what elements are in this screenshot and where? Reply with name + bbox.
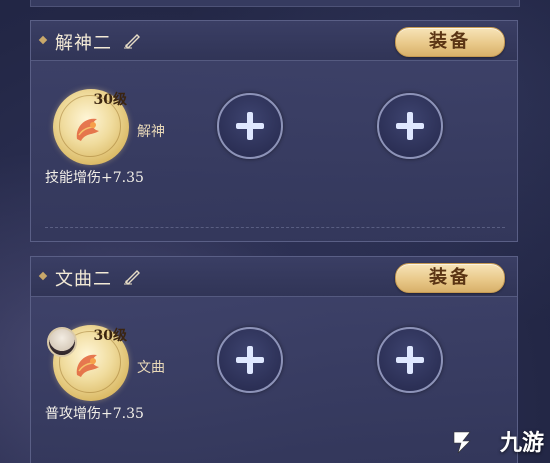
plus-icon (396, 112, 424, 140)
diamond-icon (38, 271, 48, 281)
previous-panel-edge (30, 0, 520, 7)
avatar (47, 327, 77, 357)
skill-emblem-icon (76, 354, 99, 377)
add-skill-slot-1[interactable] (217, 327, 283, 393)
preset-panel-1: 解神二 装备 30级 解神 技能增伤+7.35 (30, 20, 518, 242)
skill-level-badge: 30级 (93, 92, 127, 108)
equip-button[interactable]: 装备 (395, 263, 505, 293)
edit-brush-icon[interactable] (123, 267, 141, 285)
equipped-skill-slot[interactable]: 30级 (53, 89, 129, 165)
panel-title: 解神二 (55, 33, 112, 54)
skill-name: 解神 (137, 124, 165, 140)
add-skill-slot-2[interactable] (377, 93, 443, 159)
plus-icon (236, 346, 264, 374)
skill-bonus: 技能增伤+7.35 (45, 170, 144, 186)
diamond-icon (38, 35, 48, 45)
edit-brush-icon[interactable] (123, 31, 141, 49)
watermark-text: 九游 (499, 431, 544, 456)
skill-level-badge: 30级 (93, 328, 127, 344)
panel-header: 文曲二 装备 (31, 257, 517, 297)
divider (45, 227, 505, 228)
skill-emblem-icon (76, 118, 99, 141)
skill-bonus: 普攻增伤+7.35 (45, 406, 144, 422)
equip-button[interactable]: 装备 (395, 27, 505, 57)
add-skill-slot-1[interactable] (217, 93, 283, 159)
preset-panel-2: 文曲二 装备 30级 文曲 普攻增伤+7.35 (30, 256, 518, 463)
jiuyou-logo-icon (453, 431, 471, 454)
skill-name: 文曲 (137, 360, 165, 376)
plus-icon (236, 112, 264, 140)
plus-icon (396, 346, 424, 374)
panel-title: 文曲二 (55, 269, 112, 290)
add-skill-slot-2[interactable] (377, 327, 443, 393)
panel-header: 解神二 装备 (31, 21, 517, 61)
